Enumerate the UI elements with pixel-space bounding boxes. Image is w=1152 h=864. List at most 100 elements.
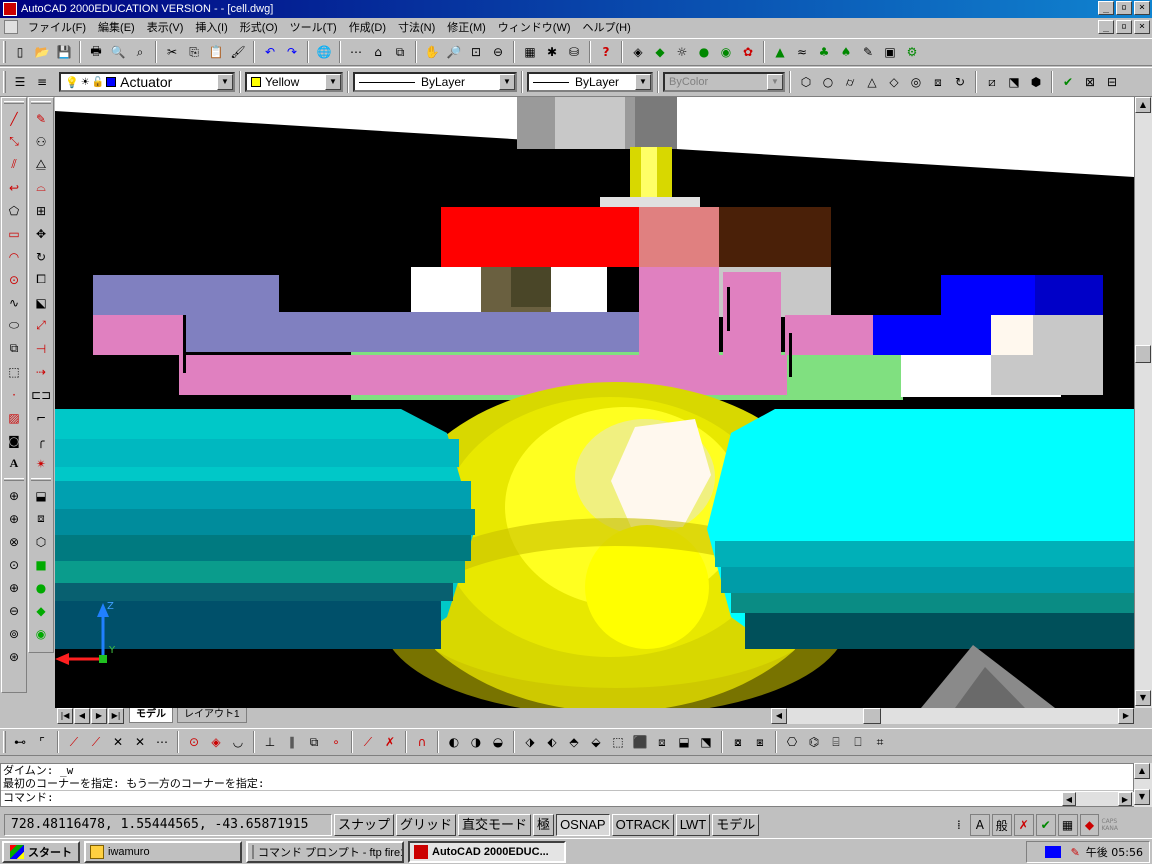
horizontal-scrollbar[interactable]: ◀ ▶ <box>771 708 1134 724</box>
clip-icon[interactable]: ⌗ <box>869 731 891 753</box>
iso-nw-icon[interactable]: ⬙ <box>585 731 607 753</box>
hatch-icon[interactable]: ▨ <box>3 406 25 429</box>
color-dropdown[interactable]: Yellow ▼ <box>245 72 343 92</box>
landscape-new-icon[interactable]: ▲ <box>769 41 791 63</box>
linetype-dropdown[interactable]: ByLayer ▼ <box>353 72 517 92</box>
ime-tool-icon[interactable]: ▦ <box>1057 814 1078 836</box>
fog-icon[interactable]: ≈ <box>791 41 813 63</box>
menu-draw[interactable]: 作成(D) <box>343 19 392 35</box>
multiline-text-icon[interactable]: A <box>3 452 25 475</box>
task-command-prompt[interactable]: コマンド プロンプト - ftp fire1 <box>246 840 404 863</box>
menu-format[interactable]: 形式(O) <box>234 19 284 35</box>
snap-endpoint-icon[interactable]: ⟋ <box>63 731 85 753</box>
snap-none-icon[interactable]: ✗ <box>379 731 401 753</box>
grid-toggle[interactable]: グリッド <box>396 814 457 836</box>
find-icon[interactable]: ⌕ <box>129 41 151 63</box>
background-icon[interactable]: ✿ <box>737 41 759 63</box>
trim-icon[interactable]: ⊣ <box>30 337 52 360</box>
region-icon[interactable]: ◙ <box>3 429 25 452</box>
vertical-scrollbar[interactable]: ▲ ▼ <box>1134 97 1152 708</box>
undo-icon[interactable]: ↶ <box>259 41 281 63</box>
network-tray-icon[interactable] <box>1044 846 1061 858</box>
extrude-icon[interactable]: ⧈ <box>927 71 949 93</box>
close-button[interactable]: × <box>1134 1 1150 15</box>
properties-icon[interactable]: ▦ <box>519 41 541 63</box>
command-line[interactable]: ダイムン: _w 最初のコーナーを指定: もう一方のコーナーを指定: コマンド: <box>0 763 1134 807</box>
setup-drawing-icon[interactable]: ✔ <box>1057 71 1079 93</box>
explode-icon[interactable]: ✴ <box>30 452 52 475</box>
design-center-icon[interactable]: ✱ <box>541 41 563 63</box>
cmd-scroll-right-button[interactable]: ▶ <box>1118 792 1132 806</box>
view-iso-icon[interactable]: ⬡ <box>30 530 52 553</box>
horizontal-scroll-thumb[interactable] <box>863 708 881 724</box>
array-icon[interactable]: ⊞ <box>30 199 52 222</box>
iso-se-icon[interactable]: ⬖ <box>541 731 563 753</box>
chevron-down-icon[interactable]: ▼ <box>325 74 341 90</box>
ime-pad-icon[interactable]: ✗ <box>1013 814 1034 836</box>
line-icon[interactable]: ╱ <box>3 107 25 130</box>
revolve-icon[interactable]: ↻ <box>949 71 971 93</box>
ime-mode-icon[interactable]: A <box>969 814 990 836</box>
snap-midpoint-icon[interactable]: ⟋ <box>85 731 107 753</box>
view-top-icon[interactable]: ⬓ <box>30 484 52 507</box>
ime-help-icon[interactable]: ◆ <box>1079 814 1100 836</box>
menu-help[interactable]: ヘルプ(H) <box>577 19 637 35</box>
lengthen-icon[interactable]: ⤢ <box>30 314 52 337</box>
cylinder-icon[interactable]: ⌭ <box>839 71 861 93</box>
ortho-toggle[interactable]: 直交モード <box>458 814 532 836</box>
lineweight-dropdown[interactable]: ByLayer ▼ <box>527 72 653 92</box>
zoom-previous-icon[interactable]: ⊖ <box>487 41 509 63</box>
zoom-realtime-icon[interactable]: 🔎 <box>443 41 465 63</box>
polyline-icon[interactable]: ↩ <box>3 176 25 199</box>
snap-parallel-icon[interactable]: ∥ <box>281 731 303 753</box>
lights-icon[interactable]: ☼ <box>671 41 693 63</box>
match-properties-icon[interactable]: 🖌 <box>227 41 249 63</box>
osnap-toggle[interactable]: OSNAP <box>556 814 610 836</box>
web-icon[interactable]: 🌐 <box>313 41 335 63</box>
snap-quadrant-icon[interactable]: ◈ <box>205 731 227 753</box>
offset-icon[interactable]: ⌓ <box>30 176 52 199</box>
shade-gouraud-edges-icon[interactable]: ◉ <box>30 622 52 645</box>
slice-icon[interactable]: ⧄ <box>981 71 1003 93</box>
cut-icon[interactable]: ✂ <box>161 41 183 63</box>
chevron-down-icon[interactable]: ▼ <box>499 74 515 90</box>
setup-profile-icon[interactable]: ⊟ <box>1101 71 1123 93</box>
redo-icon[interactable]: ↷ <box>281 41 303 63</box>
command-prompt[interactable]: コマンド: <box>1 790 1133 804</box>
make-block-icon[interactable]: ⬚ <box>3 360 25 383</box>
tab-next-button[interactable]: ▶ <box>91 708 107 724</box>
erase-icon[interactable]: ✎ <box>30 107 52 130</box>
drawing-viewport[interactable]: Z Y <box>55 97 1134 708</box>
tracking-icon[interactable]: ⊷ <box>9 731 31 753</box>
view-front-icon[interactable]: ◐ <box>443 731 465 753</box>
cmd-scroll-down-button[interactable]: ▼ <box>1134 789 1150 805</box>
scroll-left-button[interactable]: ◀ <box>771 708 787 724</box>
polar-toggle[interactable]: 極 <box>533 814 555 836</box>
swivel-icon[interactable]: ⎕ <box>847 731 869 753</box>
ime-dictionary-icon[interactable]: ✔ <box>1035 814 1056 836</box>
layer-previous-icon[interactable]: ≡ <box>31 71 53 93</box>
render-prefs-icon[interactable]: ▣ <box>879 41 901 63</box>
snap-intersection-icon[interactable]: ✕ <box>107 731 129 753</box>
tab-prev-button[interactable]: ◀ <box>74 708 90 724</box>
zoom-window-icon[interactable]: ⊡ <box>465 41 487 63</box>
doc-restore-button[interactable]: ▫ <box>1116 20 1132 34</box>
copy-object-icon[interactable]: ⚇ <box>30 130 52 153</box>
wedge-icon[interactable]: ◇ <box>883 71 905 93</box>
fillet-icon[interactable]: ╭ <box>30 429 52 452</box>
multiline-icon[interactable]: ⫽ <box>3 153 25 176</box>
help-icon[interactable]: ? <box>595 41 617 63</box>
sphere-icon[interactable]: ○ <box>817 71 839 93</box>
pan-icon[interactable]: ✋ <box>421 41 443 63</box>
doc-close-button[interactable]: × <box>1134 20 1150 34</box>
interfere-icon[interactable]: ⬢ <box>1025 71 1047 93</box>
open-icon[interactable]: 📂 <box>31 41 53 63</box>
menu-view[interactable]: 表示(V) <box>141 19 190 35</box>
scroll-right-button[interactable]: ▶ <box>1118 708 1134 724</box>
chevron-down-icon[interactable]: ▼ <box>217 74 233 90</box>
menu-tools[interactable]: ツール(T) <box>284 19 343 35</box>
tab-model[interactable]: モデル <box>129 708 173 723</box>
model-toggle[interactable]: モデル <box>712 814 760 836</box>
unknown-render-icon[interactable]: ⚙ <box>901 41 923 63</box>
rotate-icon[interactable]: ↻ <box>30 245 52 268</box>
